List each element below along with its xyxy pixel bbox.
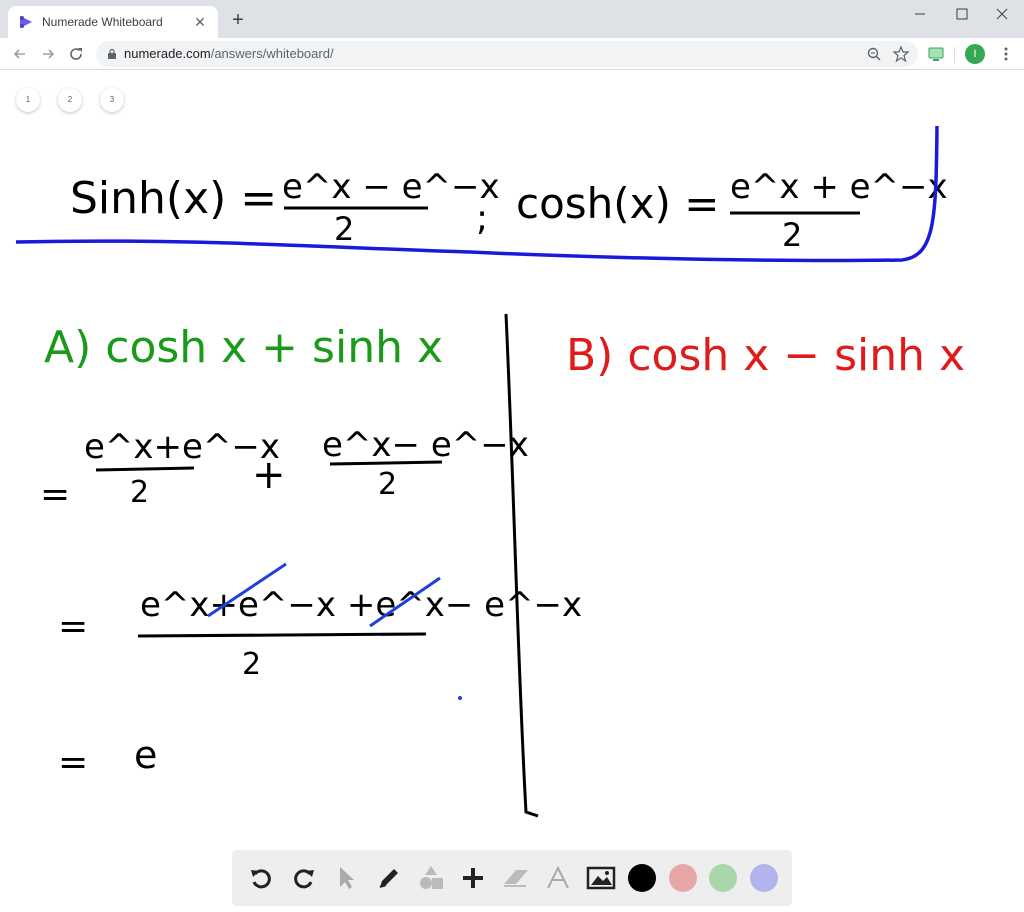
pen-tool[interactable] xyxy=(374,863,404,893)
toolbar-divider xyxy=(954,47,955,63)
line1-plus-sign: + xyxy=(252,452,286,498)
browser-toolbar: numerade.com/answers/whiteboard/ I xyxy=(0,38,1024,70)
sinh-definition-numerator: e^x − e^−x xyxy=(282,167,500,207)
redo-icon xyxy=(293,869,314,889)
stray-ink-dot xyxy=(458,696,462,700)
color-black[interactable] xyxy=(628,864,657,892)
more-options-icon[interactable] xyxy=(998,46,1014,62)
color-green[interactable] xyxy=(709,864,738,892)
profile-avatar[interactable]: I xyxy=(965,44,985,64)
sinh-definition-denominator: 2 xyxy=(334,210,354,248)
equals-sign-line2: = xyxy=(58,606,88,647)
add-tool[interactable] xyxy=(458,863,488,893)
browser-tab[interactable]: Numerade Whiteboard ✕ xyxy=(8,6,218,38)
numerade-logo-icon xyxy=(20,16,32,28)
pointer-tool[interactable] xyxy=(331,863,361,893)
equals-sign-line3: = xyxy=(58,742,88,783)
part-a-title: A) cosh x + sinh x xyxy=(44,322,443,373)
line1-fraction1-numerator: e^x+e^−x xyxy=(84,427,280,467)
redo-button[interactable] xyxy=(289,863,319,893)
url-text: numerade.com/answers/whiteboard/ xyxy=(124,46,334,61)
new-tab-button[interactable]: + xyxy=(228,10,248,30)
back-arrow-icon[interactable] xyxy=(10,44,30,64)
line2-numerator: e^x+e^−x +e^x− e^−x xyxy=(140,585,582,625)
tab-close-icon[interactable]: ✕ xyxy=(192,14,208,31)
address-bar[interactable]: numerade.com/answers/whiteboard/ xyxy=(96,41,918,67)
line1-fraction2-denominator: 2 xyxy=(378,467,397,502)
url-host: numerade.com xyxy=(124,46,211,61)
cosh-definition-lhs: cosh(x) = xyxy=(516,179,719,228)
text-tool[interactable] xyxy=(543,863,573,893)
shapes-tool[interactable] xyxy=(416,863,446,893)
maximize-icon[interactable] xyxy=(948,4,976,24)
eraser-tool[interactable] xyxy=(501,863,531,893)
undo-icon xyxy=(251,869,272,889)
line1-fraction2-numerator: e^x− e^−x xyxy=(322,425,529,465)
color-red[interactable] xyxy=(668,864,697,892)
handwriting-layer: Sinh(x) = e^x − e^−x 2 ; cosh(x) = e^x +… xyxy=(15,125,965,818)
minimize-icon[interactable] xyxy=(906,4,934,24)
part-b-title: B) cosh x − sinh x xyxy=(566,330,965,381)
definition-separator: ; xyxy=(476,198,488,239)
line1-fraction2-bar xyxy=(329,460,443,466)
line2-denominator: 2 xyxy=(242,647,261,682)
pen-icon xyxy=(379,869,398,888)
line1-fraction1-bar xyxy=(95,466,195,472)
vertical-divider-line xyxy=(504,313,539,818)
whiteboard-canvas[interactable]: 1 2 3 Sinh(x) = e^x − e^−x 2 ; cosh(x) =… xyxy=(0,70,1024,912)
undo-button[interactable] xyxy=(246,863,276,893)
cosh-definition-denominator: 2 xyxy=(782,216,802,254)
cast-icon[interactable] xyxy=(928,46,944,62)
cosh-definition-numerator: e^x + e^−x xyxy=(730,167,948,207)
text-icon xyxy=(547,865,570,889)
url-path: /answers/whiteboard/ xyxy=(210,46,334,61)
pointer-icon xyxy=(340,867,355,889)
line3-rhs: e xyxy=(134,733,157,777)
line1-fraction1-denominator: 2 xyxy=(130,475,149,510)
zoom-icon[interactable] xyxy=(866,46,882,62)
browser-title-bar: Numerade Whiteboard ✕ + xyxy=(0,0,1024,38)
tab-title: Numerade Whiteboard xyxy=(42,15,163,29)
drawing-tools-bar xyxy=(232,850,792,906)
line2-fraction-bar xyxy=(137,632,427,638)
sinh-definition-lhs: Sinh(x) = xyxy=(70,173,277,224)
color-blue[interactable] xyxy=(749,864,778,892)
plus-icon xyxy=(463,868,484,888)
eraser-icon xyxy=(503,870,528,887)
window-close-icon[interactable] xyxy=(988,4,1016,24)
bookmark-star-icon[interactable] xyxy=(892,45,910,63)
lock-icon xyxy=(108,48,116,59)
image-icon xyxy=(586,866,616,890)
image-tool[interactable] xyxy=(586,863,616,893)
shapes-icon xyxy=(420,866,444,889)
equals-sign-line1: = xyxy=(40,474,70,515)
forward-arrow-icon[interactable] xyxy=(38,44,58,64)
reload-icon[interactable] xyxy=(66,44,86,64)
